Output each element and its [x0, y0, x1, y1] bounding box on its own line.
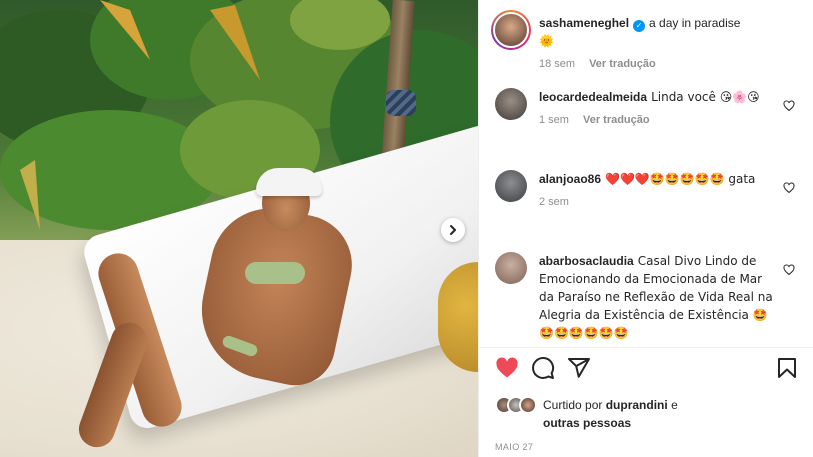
share-icon[interactable] [567, 356, 591, 380]
avatar[interactable] [495, 170, 527, 202]
bikini-top [245, 262, 305, 284]
avatar[interactable] [495, 252, 527, 284]
comment-username[interactable]: alanjoao86 [539, 172, 601, 186]
translate-link[interactable]: Ver tradução [583, 114, 650, 126]
comment: leocardedealmeida Linda você 😘🌸😘 1 sem Ve… [495, 88, 805, 126]
comment-body: Linda você 😘🌸😘 [651, 90, 760, 104]
caption-meta: 18 sem Ver tradução [539, 58, 805, 70]
chevron-right-icon [450, 225, 456, 235]
comment: abarbosaclaudia Casal Divo Lindo de Emoci… [495, 252, 805, 342]
caption-text: sashameneghel ✓ a day in paradise 🌞 [539, 14, 805, 50]
white-cap [256, 168, 322, 196]
comment: alanjoao86 ❤️❤️❤️🤩🤩🤩🤩🤩 gata 2 sem [495, 170, 805, 208]
comment-text: abarbosaclaudia Casal Divo Lindo de Emoci… [539, 252, 805, 342]
liked-by: Curtido por duprandini e outras pessoas [495, 396, 678, 432]
liked-by-others[interactable]: outras pessoas [543, 416, 631, 430]
comment-username[interactable]: leocardedealmeida [539, 90, 647, 104]
bookmark-icon[interactable] [775, 356, 799, 380]
caption-time: 18 sem [539, 58, 576, 70]
post-photo[interactable] [0, 0, 478, 457]
liked-by-conjunction: e [671, 398, 678, 412]
rope [386, 90, 416, 116]
comment-text: leocardedealmeida Linda você 😘🌸😘 [539, 88, 805, 106]
post-actions: Curtido por duprandini e outras pessoas … [479, 347, 813, 457]
heart-icon[interactable] [783, 264, 795, 276]
comment-meta: 2 sem [539, 196, 805, 208]
liked-by-text: Curtido por duprandini e outras pessoas [543, 396, 678, 432]
comments-panel: sashameneghel ✓ a day in paradise 🌞 18 sem… [478, 0, 813, 457]
verified-icon: ✓ [633, 20, 646, 32]
heart-icon[interactable] [495, 356, 519, 380]
comment-time: 1 sem [539, 114, 569, 126]
avatar[interactable] [495, 88, 527, 120]
comment-body: ❤️❤️❤️🤩🤩🤩🤩🤩 gata [605, 172, 756, 186]
post-date[interactable]: MAIO 27 [495, 442, 533, 452]
heart-icon[interactable] [783, 100, 795, 112]
comment-icon[interactable] [531, 356, 555, 380]
comment-username[interactable]: abarbosaclaudia [539, 254, 634, 268]
comments-list[interactable]: sashameneghel ✓ a day in paradise 🌞 18 sem… [479, 0, 813, 347]
translate-link[interactable]: Ver tradução [589, 58, 656, 70]
comment-text: alanjoao86 ❤️❤️❤️🤩🤩🤩🤩🤩 gata [539, 170, 805, 188]
liked-by-prefix: Curtido por [543, 398, 603, 412]
next-photo-button[interactable] [441, 218, 465, 242]
heart-icon[interactable] [783, 182, 795, 194]
post-modal: sashameneghel ✓ a day in paradise 🌞 18 sem… [0, 0, 813, 457]
avatar[interactable] [519, 396, 537, 414]
owner-username[interactable]: sashameneghel [539, 16, 629, 30]
liked-by-user[interactable]: duprandini [606, 398, 668, 412]
owner-avatar[interactable] [491, 10, 531, 50]
caption: a day in paradise [649, 16, 741, 30]
caption-entry: sashameneghel ✓ a day in paradise 🌞 18 sem… [491, 10, 805, 70]
caption-emoji: 🌞 [539, 34, 554, 48]
comment-meta: 1 sem Ver tradução [539, 114, 805, 126]
comment-time: 2 sem [539, 196, 569, 208]
